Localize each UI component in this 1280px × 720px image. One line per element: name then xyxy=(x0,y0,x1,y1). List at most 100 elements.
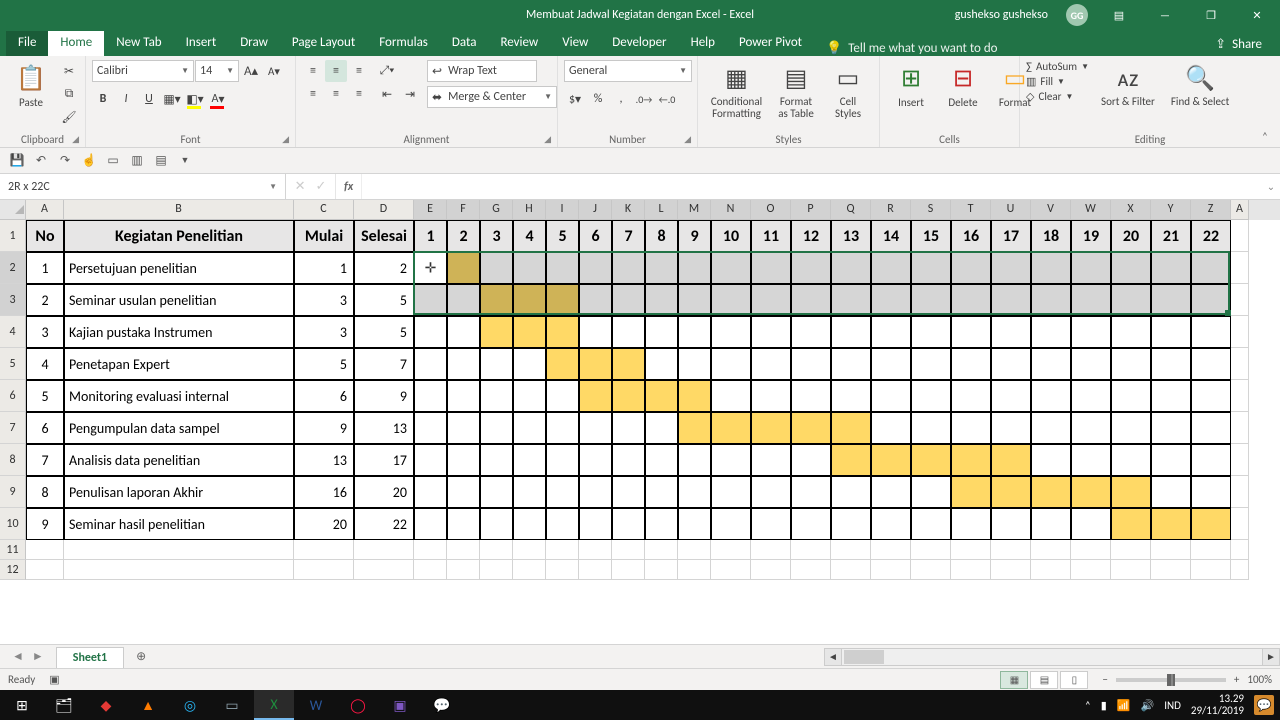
cell[interactable] xyxy=(579,540,612,560)
vlc-icon[interactable]: ▲ xyxy=(128,690,168,720)
cell[interactable] xyxy=(1191,560,1231,580)
paste-button[interactable]: 📋 Paste xyxy=(6,60,56,111)
align-top-icon[interactable]: ≡ xyxy=(302,60,324,82)
cell[interactable] xyxy=(791,380,831,412)
cell[interactable] xyxy=(751,252,791,284)
accounting-format-icon[interactable]: $▾ xyxy=(564,88,586,110)
cell[interactable] xyxy=(678,412,711,444)
cell[interactable] xyxy=(991,284,1031,316)
cell[interactable] xyxy=(1151,412,1191,444)
cell[interactable] xyxy=(991,380,1031,412)
cell[interactable] xyxy=(612,380,645,412)
cell[interactable] xyxy=(911,348,951,380)
hscroll-thumb[interactable] xyxy=(844,650,884,664)
cell[interactable] xyxy=(991,412,1031,444)
cell[interactable] xyxy=(751,560,791,580)
cell[interactable] xyxy=(294,540,354,560)
cell[interactable] xyxy=(1071,560,1111,580)
cell[interactable] xyxy=(414,348,447,380)
cell[interactable] xyxy=(447,476,480,508)
cell[interactable]: Kajian pustaka Instrumen xyxy=(64,316,294,348)
cell[interactable]: 22 xyxy=(1191,220,1231,252)
cell[interactable] xyxy=(1191,508,1231,540)
cell[interactable] xyxy=(26,560,64,580)
cut-icon[interactable]: ✂ xyxy=(58,60,80,82)
cell[interactable] xyxy=(1071,444,1111,476)
comma-format-icon[interactable]: , xyxy=(610,88,632,110)
cell[interactable] xyxy=(447,412,480,444)
cell[interactable] xyxy=(579,252,612,284)
cell[interactable]: 20 xyxy=(354,476,414,508)
column-header[interactable]: O xyxy=(751,200,791,220)
cell[interactable] xyxy=(414,252,447,284)
cell[interactable] xyxy=(1031,284,1071,316)
cell[interactable] xyxy=(871,560,911,580)
formula-input[interactable] xyxy=(362,179,1262,194)
column-header[interactable]: S xyxy=(911,200,951,220)
cell[interactable] xyxy=(911,560,951,580)
cell[interactable]: 12 xyxy=(791,220,831,252)
cell[interactable]: Seminar usulan penelitian xyxy=(64,284,294,316)
zoom-in-icon[interactable]: + xyxy=(1234,673,1239,686)
cell[interactable] xyxy=(951,540,991,560)
cell[interactable] xyxy=(612,476,645,508)
cell[interactable] xyxy=(1151,348,1191,380)
cell[interactable] xyxy=(414,284,447,316)
cell[interactable]: 9 xyxy=(678,220,711,252)
select-all-corner[interactable] xyxy=(0,200,26,220)
cell[interactable] xyxy=(791,540,831,560)
language-indicator[interactable]: IND xyxy=(1164,699,1181,712)
cell[interactable] xyxy=(1191,380,1231,412)
cell[interactable] xyxy=(751,476,791,508)
cell[interactable] xyxy=(951,508,991,540)
column-header[interactable]: B xyxy=(64,200,294,220)
cell[interactable] xyxy=(711,284,751,316)
cell[interactable] xyxy=(791,316,831,348)
cell[interactable] xyxy=(678,444,711,476)
cell[interactable]: 17 xyxy=(991,220,1031,252)
zoom-level[interactable]: 100% xyxy=(1247,673,1272,686)
cell[interactable] xyxy=(1151,252,1191,284)
macro-record-icon[interactable]: ▣ xyxy=(49,673,59,686)
zoom-slider[interactable] xyxy=(1116,678,1226,682)
cell[interactable] xyxy=(831,380,871,412)
row-header[interactable]: 9 xyxy=(0,476,26,508)
column-header[interactable]: F xyxy=(447,200,480,220)
cell[interactable] xyxy=(64,560,294,580)
cell[interactable] xyxy=(612,444,645,476)
qat-icon[interactable]: ▭ xyxy=(102,150,124,172)
cell[interactable] xyxy=(1031,412,1071,444)
cell[interactable] xyxy=(1071,348,1111,380)
cell[interactable] xyxy=(1151,380,1191,412)
qat-icon[interactable]: ▥ xyxy=(126,150,148,172)
cell[interactable] xyxy=(791,560,831,580)
cell[interactable]: 9 xyxy=(294,412,354,444)
tab-power-pivot[interactable]: Power Pivot xyxy=(727,31,814,56)
start-button[interactable]: ⊞ xyxy=(2,690,42,720)
cell[interactable] xyxy=(1071,380,1111,412)
whatsapp-icon[interactable]: 💬 xyxy=(422,690,462,720)
cell[interactable] xyxy=(831,540,871,560)
cell[interactable] xyxy=(447,348,480,380)
cell[interactable] xyxy=(546,348,579,380)
align-center-icon[interactable]: ≡ xyxy=(325,83,347,105)
cell[interactable] xyxy=(911,412,951,444)
hscroll-left-icon[interactable]: ◄ xyxy=(824,648,842,666)
cell[interactable] xyxy=(414,540,447,560)
column-header[interactable]: Z xyxy=(1191,200,1231,220)
cell[interactable] xyxy=(546,316,579,348)
cell[interactable] xyxy=(579,476,612,508)
tab-insert[interactable]: Insert xyxy=(174,31,229,56)
cell[interactable] xyxy=(1111,444,1151,476)
cell[interactable] xyxy=(711,444,751,476)
collapse-ribbon-icon[interactable]: ˄ xyxy=(1256,127,1274,145)
cell[interactable] xyxy=(1231,284,1249,316)
volume-icon[interactable]: 🔊 xyxy=(1141,699,1155,712)
cell[interactable] xyxy=(911,540,951,560)
column-header[interactable]: U xyxy=(991,200,1031,220)
cell[interactable] xyxy=(354,560,414,580)
wrap-text-button[interactable]: ↩Wrap Text xyxy=(427,60,537,82)
column-header[interactable]: E xyxy=(414,200,447,220)
cell[interactable] xyxy=(1071,476,1111,508)
cell[interactable] xyxy=(414,444,447,476)
